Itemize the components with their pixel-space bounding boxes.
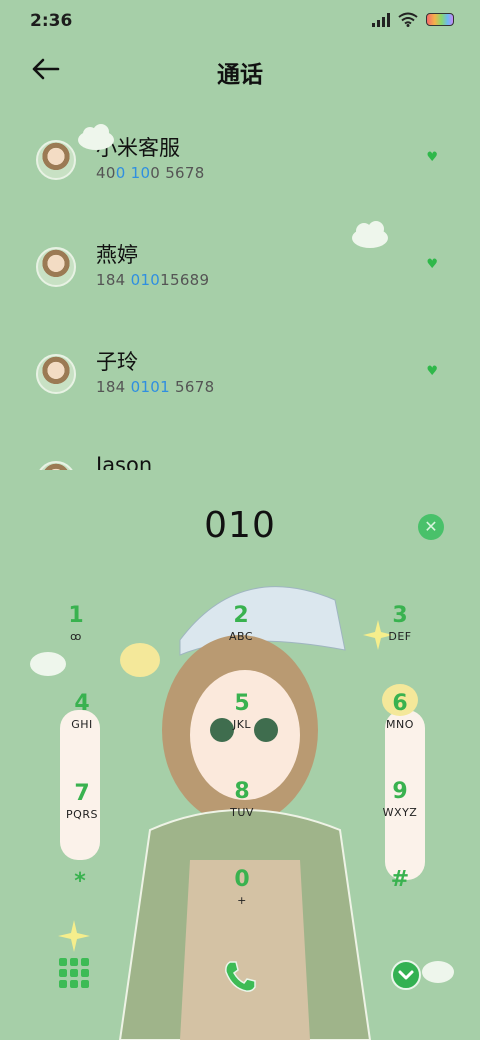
key-3[interactable]: 3 DEF [360, 604, 440, 664]
key-8[interactable]: 8 TUV [202, 780, 282, 840]
status-bar: 2:36 [0, 0, 480, 40]
contact-item[interactable]: 小米客服 400 100 5678 ♥ [0, 110, 480, 206]
key-6[interactable]: 6 MNO [360, 692, 440, 752]
signal-icon [372, 12, 390, 27]
cloud-icon [78, 124, 114, 150]
key-5[interactable]: 5 JKL [202, 692, 282, 752]
status-time: 2:36 [30, 11, 73, 31]
key-0[interactable]: 0 + [202, 868, 282, 928]
avatar [36, 140, 76, 180]
chevron-down-icon[interactable] [391, 960, 421, 990]
key-hash[interactable]: # [360, 868, 440, 928]
avatar [36, 247, 76, 287]
clear-icon[interactable]: ✕ [418, 514, 444, 540]
phone-call-icon[interactable] [222, 958, 258, 994]
battery-icon [426, 13, 454, 26]
dialpad-grid-icon[interactable] [58, 957, 90, 989]
contact-name: Jason [96, 453, 153, 470]
contact-name: 子玲 [96, 350, 138, 374]
key-7[interactable]: 7 PQRS [42, 782, 122, 842]
key-star[interactable]: * [40, 870, 120, 930]
contact-name: 燕婷 [96, 243, 138, 267]
key-2[interactable]: 2 ABC [201, 604, 281, 664]
key-1[interactable]: 1ꝏ [36, 604, 116, 664]
heart-icon: ♥ [426, 150, 438, 165]
status-icons [372, 12, 454, 27]
key-4[interactable]: 4 GHI [42, 692, 122, 752]
contact-item[interactable]: 燕婷 184 01015689 ♥ [0, 217, 480, 313]
cloud-icon [352, 221, 388, 248]
contact-item[interactable]: Jason [0, 431, 480, 470]
avatar [36, 461, 76, 470]
contact-number: 400 100 5678 [96, 164, 205, 182]
page-title: 通话 [217, 62, 263, 88]
contact-list[interactable]: 小米客服 400 100 5678 ♥ 燕婷 184 01015689 ♥ 子玲… [0, 110, 480, 470]
wifi-icon [398, 12, 418, 27]
heart-icon: ♥ [426, 364, 438, 379]
contact-item[interactable]: 子玲 184 0101 5678 ♥ [0, 324, 480, 420]
dialed-number: 010 [204, 505, 276, 546]
contact-number: 184 0101 5678 [96, 378, 215, 396]
heart-icon: ♥ [426, 257, 438, 272]
contact-number: 184 01015689 [96, 271, 210, 289]
key-9[interactable]: 9 WXYZ [360, 780, 440, 840]
avatar [36, 354, 76, 394]
